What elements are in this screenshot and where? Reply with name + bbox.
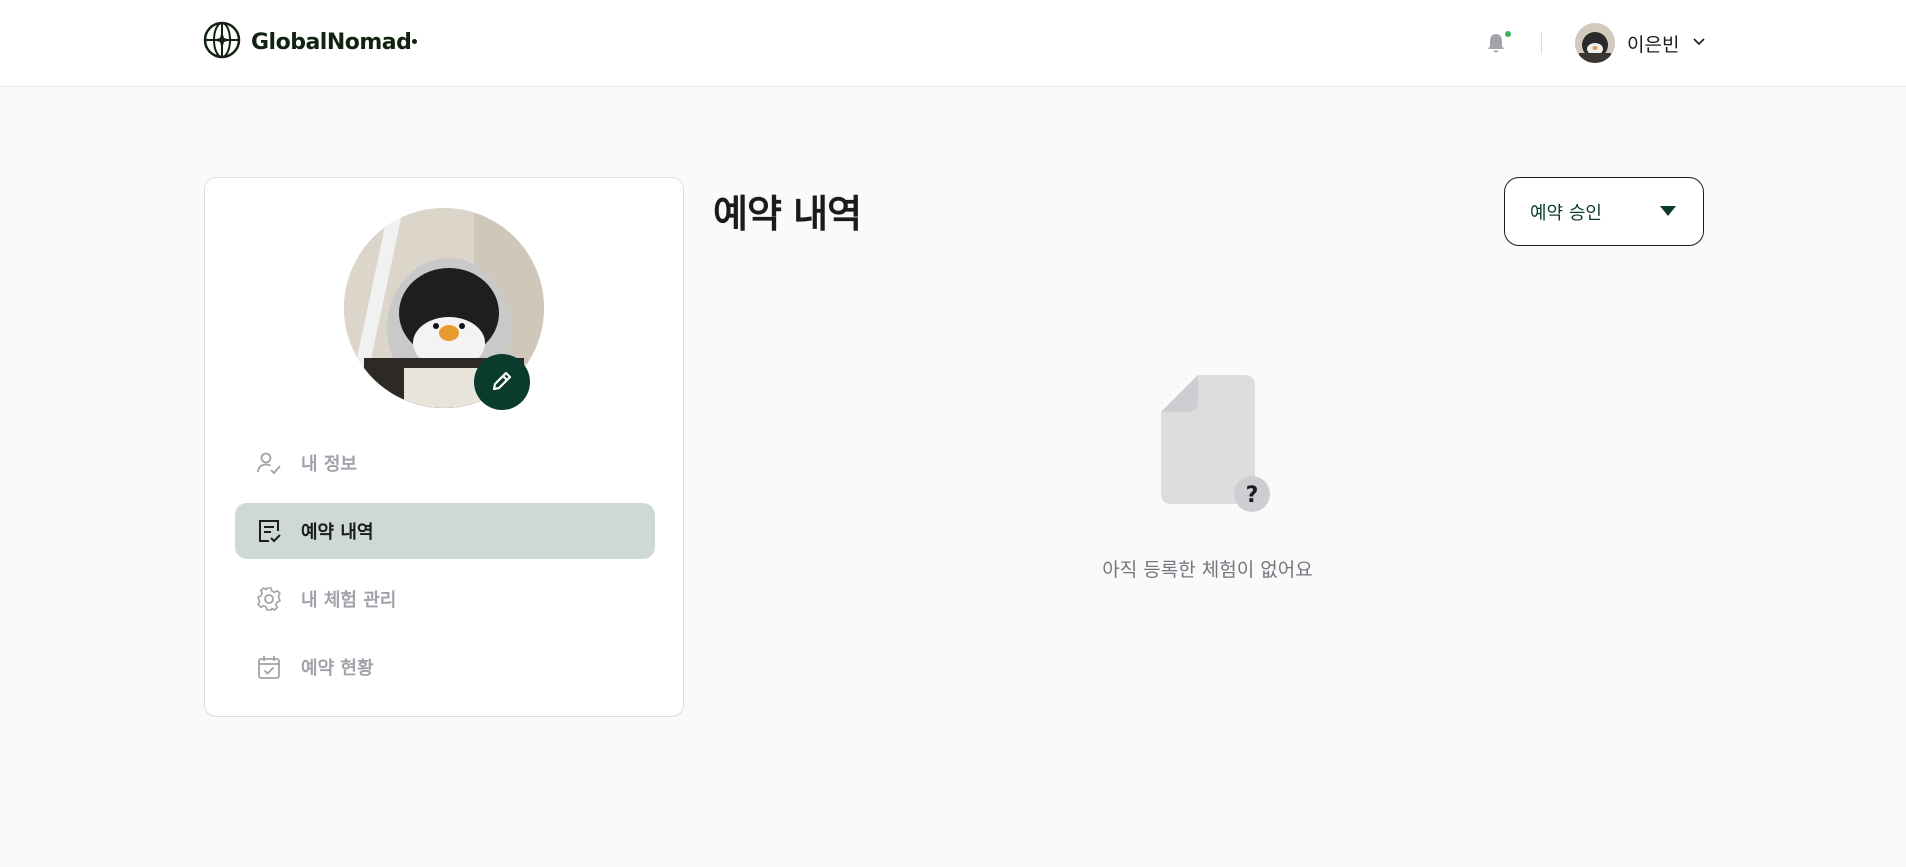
- user-name: 이은빈: [1627, 33, 1680, 56]
- globe-logo-icon: [203, 21, 241, 63]
- sidebar-item-reservations[interactable]: 예약 내역: [235, 503, 655, 559]
- caret-down-icon: [1659, 202, 1677, 221]
- filter-selected-value: 예약 승인: [1530, 202, 1602, 224]
- chevron-down-icon: [1691, 33, 1707, 53]
- gear-icon: [255, 585, 283, 613]
- pencil-icon: [489, 368, 515, 397]
- avatar: [1575, 23, 1615, 63]
- top-header: GlobalNomad 이은빈: [0, 0, 1906, 87]
- page-title: 예약 내역: [713, 192, 862, 236]
- reservation-status-filter[interactable]: 예약 승인: [1504, 177, 1704, 246]
- sidebar-item-label: 내 체험 관리: [301, 590, 397, 611]
- svg-text:?: ?: [1246, 483, 1259, 508]
- notification-dot: [1505, 31, 1511, 37]
- sidebar-item-reservation-status[interactable]: 예약 현황: [235, 639, 655, 695]
- logo-dot: [412, 38, 418, 44]
- header-divider: [1541, 32, 1542, 54]
- sidebar-item-label: 내 정보: [301, 454, 357, 475]
- document-question-icon: ?: [1160, 375, 1270, 515]
- user-check-icon: [255, 449, 283, 477]
- calendar-check-icon: [255, 653, 283, 681]
- empty-state-message: 아직 등록한 체험이 없어요: [1102, 559, 1313, 581]
- profile-sidebar: 내 정보 예약 내역 내 체험 관리 예약 현황: [204, 177, 684, 717]
- checklist-icon: [255, 517, 283, 545]
- sidebar-item-label: 예약 현황: [301, 658, 374, 679]
- edit-profile-image-button[interactable]: [474, 354, 530, 410]
- user-menu[interactable]: 이은빈: [1575, 22, 1707, 64]
- logo[interactable]: GlobalNomad: [203, 21, 418, 63]
- logo-text: GlobalNomad: [251, 29, 412, 55]
- sidebar-item-label: 예약 내역: [301, 522, 374, 543]
- sidebar-item-manage-activities[interactable]: 내 체험 관리: [235, 571, 655, 627]
- sidebar-item-my-info[interactable]: 내 정보: [235, 435, 655, 491]
